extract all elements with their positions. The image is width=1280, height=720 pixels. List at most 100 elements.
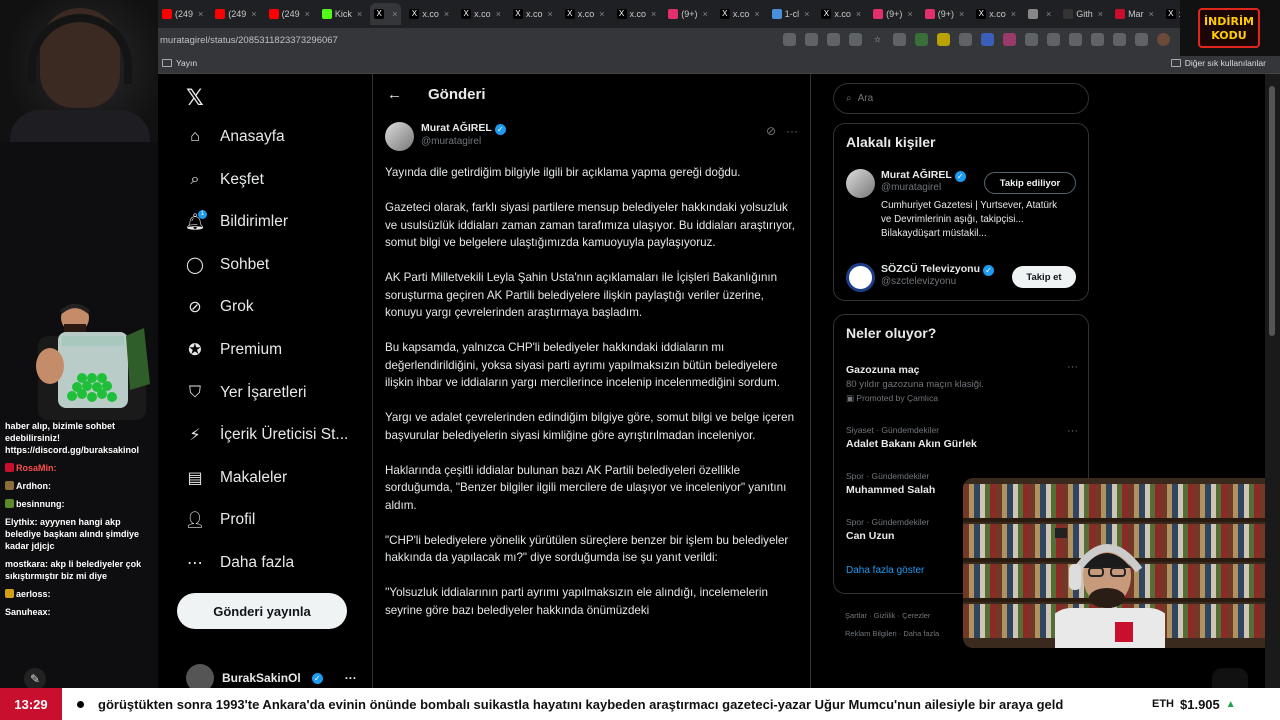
close-icon[interactable]: × <box>198 9 203 19</box>
browser-tab[interactable]: 1-cl × <box>768 3 814 25</box>
browser-tab[interactable]: (249 × <box>265 3 314 25</box>
tab-label: x.co <box>422 9 439 19</box>
close-icon[interactable]: × <box>547 9 552 19</box>
close-icon[interactable]: × <box>1098 9 1103 19</box>
bookmark-item[interactable]: Yayın <box>162 58 197 68</box>
more-icon[interactable]: ··· <box>345 671 357 685</box>
close-icon[interactable]: × <box>305 9 310 19</box>
x-logo-icon[interactable]: 𝕏 <box>186 86 204 111</box>
nav-item-grok[interactable]: ⊘ Grok <box>186 298 253 316</box>
more-options-icon[interactable]: ··· <box>786 124 798 138</box>
browser-tab[interactable]: Xx.co× <box>405 3 453 25</box>
author-avatar[interactable] <box>385 122 414 151</box>
browser-tab[interactable]: Xx.co× <box>613 3 661 25</box>
close-icon[interactable]: × <box>496 9 501 19</box>
profile-avatar[interactable] <box>1157 33 1170 46</box>
browser-tab[interactable]: X × <box>370 3 402 25</box>
nav-item-chat[interactable]: ◯ Sohbet <box>186 256 269 274</box>
post-button[interactable]: Gönderi yayınla <box>177 593 347 629</box>
extension-icon[interactable] <box>1003 33 1016 46</box>
person-item[interactable]: SÖZCÜ Televizyonu ✓ @szctelevizyonu <box>846 263 994 292</box>
browser-tab[interactable]: Mar × <box>1111 3 1158 25</box>
follow-button[interactable]: Takip et <box>1012 266 1076 288</box>
extension-icon[interactable] <box>893 33 906 46</box>
author-handle[interactable]: @muratagirel <box>421 136 506 147</box>
reader-icon[interactable] <box>827 33 840 46</box>
nav-item-profile[interactable]: 👤︎ Profil <box>185 511 255 529</box>
browser-tab[interactable]: (9+) × <box>869 3 917 25</box>
nav-item-home[interactable]: ⌂ Anasayfa <box>186 128 284 146</box>
close-icon[interactable]: × <box>703 9 708 19</box>
nav-item-bookmark[interactable]: ⛉ Yer İşaretleri <box>186 384 306 402</box>
close-icon[interactable]: × <box>804 9 809 19</box>
close-icon[interactable]: × <box>1149 9 1154 19</box>
browser-tab[interactable]: Xx.co× <box>1162 3 1180 25</box>
share-icon[interactable] <box>849 33 862 46</box>
browser-tab[interactable]: Xx.co× <box>817 3 865 25</box>
browser-tab[interactable]: (9+) × <box>664 3 712 25</box>
more-options-icon[interactable]: ··· <box>1067 361 1078 373</box>
browser-tab[interactable]: (249 × <box>211 3 260 25</box>
extensions-puzzle-icon[interactable] <box>1091 33 1104 46</box>
close-icon[interactable]: × <box>392 9 397 19</box>
following-button[interactable]: Takip ediliyor <box>984 172 1076 194</box>
close-icon[interactable]: × <box>907 9 912 19</box>
close-icon[interactable]: × <box>599 9 604 19</box>
nav-item-bell[interactable]: 🔔︎ 1 Bildirimler <box>185 210 288 231</box>
browser-tab[interactable]: Xx.co× <box>716 3 764 25</box>
extension-icon[interactable] <box>783 33 796 46</box>
nav-item-premium[interactable]: ✪ Premium <box>186 341 282 359</box>
extension-icon[interactable] <box>959 33 972 46</box>
browser-tab[interactable]: Xx.co× <box>972 3 1020 25</box>
browser-tab[interactable]: (9+) × <box>921 3 969 25</box>
trend-item[interactable]: Siyaset · Gündemdekiler Adalet Bakanı Ak… <box>846 425 1078 450</box>
zoom-icon[interactable] <box>805 33 818 46</box>
back-arrow-icon[interactable]: ← <box>387 86 402 103</box>
more-options-icon[interactable]: ··· <box>1067 425 1078 437</box>
close-icon[interactable]: × <box>651 9 656 19</box>
split-view-icon[interactable] <box>1047 33 1060 46</box>
browser-tab[interactable]: Xx.co× <box>509 3 557 25</box>
close-icon[interactable]: × <box>754 9 759 19</box>
other-bookmarks[interactable]: Diğer sık kullanılanlar <box>1170 58 1266 68</box>
close-icon[interactable]: × <box>251 9 256 19</box>
close-icon[interactable]: × <box>959 9 964 19</box>
scrollbar-thumb[interactable] <box>1269 86 1275 336</box>
extension-icon[interactable] <box>981 33 994 46</box>
browser-tab[interactable]: (249 × <box>158 3 207 25</box>
nav-item-creator[interactable]: ⚡︎ İçerik Üreticisi St... <box>186 426 348 444</box>
avatar[interactable] <box>846 263 875 292</box>
show-more-link[interactable]: Daha fazla göster <box>846 565 924 576</box>
browser-tab[interactable]: Xx.co× <box>561 3 609 25</box>
browser-tab[interactable]: Gith × <box>1059 3 1107 25</box>
post-author[interactable]: Murat AĞIREL ✓ @muratagirel <box>385 122 506 151</box>
author-name[interactable]: Murat AĞIREL <box>421 122 492 134</box>
bookmark-star-icon[interactable]: ☆ <box>871 33 884 46</box>
person-name[interactable]: Murat AĞIREL <box>881 169 952 181</box>
browser-tab[interactable]: Kick × <box>318 3 366 25</box>
close-icon[interactable]: × <box>357 9 362 19</box>
nav-item-search[interactable]: ⌕ Keşfet <box>186 171 264 189</box>
grok-icon[interactable]: ⊘ <box>766 124 776 138</box>
trend-item[interactable]: Gazozuna maç 80 yıldır gazozuna maçın kl… <box>846 361 1078 404</box>
search-box[interactable]: ⌕ Ara <box>833 83 1089 114</box>
close-icon[interactable]: × <box>1011 9 1016 19</box>
nav-item-article[interactable]: ▤ Makaleler <box>186 469 287 487</box>
browser-tab[interactable]: × <box>1024 3 1055 25</box>
browser-tab[interactable]: Xx.co× <box>457 3 505 25</box>
address-bar[interactable]: muratagirel/status/2085311823373296067 ☆ <box>158 28 1280 52</box>
nav-item-more[interactable]: ⋯ Daha fazla <box>186 554 294 572</box>
history-icon[interactable] <box>1135 33 1148 46</box>
page-scrollbar[interactable] <box>1265 74 1280 688</box>
favorites-icon[interactable] <box>1069 33 1082 46</box>
url-text[interactable]: muratagirel/status/2085311823373296067 <box>158 35 338 46</box>
avatar[interactable] <box>846 169 875 198</box>
close-icon[interactable]: × <box>856 9 861 19</box>
person-name[interactable]: SÖZCÜ Televizyonu <box>881 263 980 275</box>
collections-icon[interactable] <box>1113 33 1126 46</box>
close-icon[interactable]: × <box>1046 9 1051 19</box>
extension-icon[interactable] <box>915 33 928 46</box>
extension-icon[interactable] <box>937 33 950 46</box>
close-icon[interactable]: × <box>444 9 449 19</box>
extension-icon[interactable] <box>1025 33 1038 46</box>
